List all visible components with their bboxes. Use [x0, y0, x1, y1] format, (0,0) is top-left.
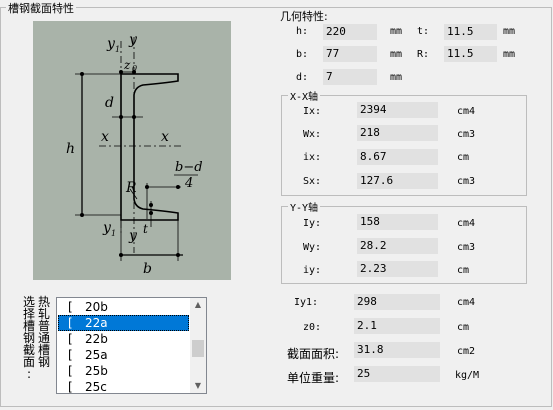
label-r: R: [125, 180, 137, 196]
main-group-title: 槽钢截面特性: [6, 0, 76, 16]
label-t: t: [143, 222, 148, 236]
label-y-bot: y: [128, 228, 138, 244]
r-value: 11.5: [444, 46, 497, 62]
scroll-down-icon[interactable]: ▼: [190, 379, 206, 393]
list-item-selected[interactable]: [22a: [58, 315, 189, 331]
b-value: 77: [323, 46, 377, 62]
area-label: 截面面积:: [287, 347, 340, 361]
list-item[interactable]: [25c: [58, 379, 189, 393]
label-z0-sub: 0: [132, 64, 137, 73]
iy1-label: Iy1:: [294, 297, 319, 308]
h-unit: mm: [390, 26, 403, 37]
iy-radius-value: 2.23: [357, 261, 438, 277]
wx-value: 218: [357, 125, 438, 141]
h-label: h:: [296, 26, 309, 37]
diagram-svg: y 1 y z 0 d h x x b−d 4 R t y 1 y b: [66, 32, 203, 277]
label-four: 4: [184, 176, 193, 191]
d-label: d:: [296, 72, 309, 83]
wx-label: Wx:: [303, 129, 322, 140]
wy-unit: cm3: [457, 242, 476, 253]
b-label: b:: [296, 49, 309, 60]
channel-section-diagram: y 1 y z 0 d h x x b−d 4 R t y 1 y b: [33, 21, 231, 280]
xx-axis-title: X-X轴: [288, 88, 321, 103]
label-b-minus-d: b−d: [175, 160, 203, 175]
r-unit: mm: [503, 49, 516, 60]
sx-label: Sx:: [303, 176, 322, 187]
b-unit: mm: [390, 49, 403, 60]
ix-value: 2394: [357, 102, 438, 118]
wx-unit: cm3: [457, 129, 476, 140]
list-item[interactable]: [25b: [58, 363, 189, 379]
scroll-thumb[interactable]: [192, 340, 204, 357]
iy-radius-unit: cm: [457, 265, 470, 276]
sx-value: 127.6: [357, 173, 438, 189]
ix-radius-label: ix:: [303, 152, 322, 163]
yy-axis-title: Y-Y轴: [288, 199, 321, 214]
label-h: h: [66, 141, 75, 157]
r-label: R:: [417, 49, 430, 60]
ix-radius-unit: cm: [457, 152, 470, 163]
sx-unit: cm3: [457, 176, 476, 187]
scroll-up-icon[interactable]: ▲: [190, 298, 206, 312]
iy-unit: cm4: [457, 218, 476, 229]
d-unit: mm: [390, 72, 403, 83]
label-x-right: x: [161, 129, 169, 145]
list-item[interactable]: [20b: [58, 299, 189, 315]
z0-value: 2.1: [354, 318, 440, 334]
weight-unit: kg/M: [455, 370, 480, 381]
wy-value: 28.2: [357, 238, 438, 254]
label-y1-bot-sub: 1: [111, 229, 116, 238]
z0-unit: cm: [457, 322, 470, 333]
geometry-title: 几何特性:: [278, 8, 330, 24]
weight-value: 25: [354, 366, 440, 382]
t-value: 11.5: [444, 24, 497, 40]
weight-label: 单位重量:: [287, 371, 340, 385]
iy-value: 158: [357, 214, 438, 230]
h-value: 220: [323, 24, 377, 40]
selector-label-col1-6: :: [26, 367, 32, 381]
label-z0: z: [123, 58, 131, 72]
ix-radius-value: 8.67: [357, 149, 438, 165]
iy-radius-label: iy:: [303, 265, 322, 276]
label-y1-top-sub: 1: [115, 45, 120, 54]
t-unit: mm: [503, 26, 516, 37]
d-value: 7: [323, 69, 377, 85]
selector-label-col2-5: 钢: [37, 355, 50, 369]
listbox-scrollbar[interactable]: ▲ ▼: [190, 298, 206, 393]
list-item[interactable]: [25a: [58, 347, 189, 363]
label-y-top: y: [128, 32, 138, 48]
list-item[interactable]: [22b: [58, 331, 189, 347]
label-d: d: [105, 95, 114, 111]
z0-label: z0:: [303, 322, 322, 333]
iy-label: Iy:: [303, 218, 322, 229]
label-x-left: x: [101, 129, 109, 145]
label-b: b: [143, 261, 152, 277]
ix-label: Ix:: [303, 106, 322, 117]
section-listbox[interactable]: [20b [22a [22b [25a [25b [25c ▲ ▼: [56, 297, 207, 394]
t-label: t:: [417, 26, 430, 37]
area-unit: cm2: [457, 346, 476, 357]
ix-unit: cm4: [457, 106, 476, 117]
area-value: 31.8: [354, 342, 440, 358]
iy1-value: 298: [354, 294, 440, 310]
wy-label: Wy:: [303, 242, 322, 253]
iy1-unit: cm4: [457, 297, 476, 308]
